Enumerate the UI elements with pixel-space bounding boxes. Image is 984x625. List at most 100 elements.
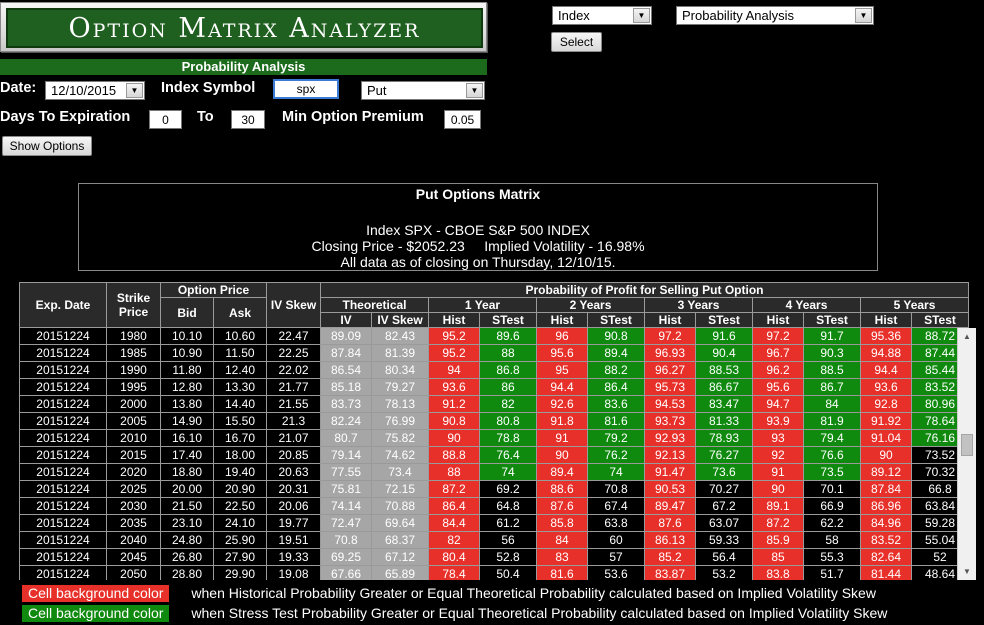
table-cell: 82.64: [860, 548, 912, 566]
scroll-up-icon[interactable]: ▲: [958, 328, 976, 345]
table-cell: 2040: [106, 531, 161, 549]
table-cell: 88.8: [428, 446, 480, 464]
table-cell: 2025: [106, 480, 161, 498]
table-cell: 55.3: [803, 548, 861, 566]
table-cell: 88.53: [695, 361, 753, 379]
col-1-year: 1 Year: [428, 297, 537, 313]
table-cell: 76.99: [371, 412, 429, 430]
col-4-years: 4 Years: [752, 297, 861, 313]
table-cell: 19.77: [266, 514, 321, 532]
table-cell: 95.2: [428, 327, 480, 345]
table-row: 20151224 1995 12.80 13.30 21.77 85.18 79.27 93.…: [19, 378, 969, 396]
table-cell: 67.12: [371, 548, 429, 566]
min-option-premium-label: Min Option Premium: [282, 109, 424, 125]
table-cell: 88: [428, 463, 480, 481]
table-cell: 85.9: [752, 531, 804, 549]
table-cell: 63.8: [587, 514, 645, 532]
table-cell: 86.4: [587, 378, 645, 396]
col-option-price: Option Price: [160, 282, 267, 298]
table-cell: 56.4: [695, 548, 753, 566]
table-cell: 91: [752, 463, 804, 481]
table-cell: 95.2: [428, 344, 480, 362]
table-cell: 19.08: [266, 565, 321, 580]
col-probability: Probability of Profit for Selling Put Op…: [320, 282, 969, 298]
table-cell: 83.73: [320, 395, 372, 413]
table-cell: 27.90: [213, 548, 267, 566]
table-cell: 13.80: [160, 395, 214, 413]
scroll-thumb[interactable]: [961, 434, 973, 456]
table-cell: 92.6: [536, 395, 588, 413]
table-cell: 1985: [106, 344, 161, 362]
data-date-line: All data as of closing on Thursday, 12/1…: [340, 254, 616, 270]
options-table-body: 20151224 1980 10.10 10.60 22.47 89.09 82.43 95.…: [19, 327, 969, 580]
table-cell: 19.40: [213, 463, 267, 481]
table-cell: 15.50: [213, 412, 267, 430]
table-cell: 96.2: [752, 361, 804, 379]
table-cell: 97.2: [644, 327, 696, 345]
table-cell: 94.53: [644, 395, 696, 413]
table-cell: 81.33: [695, 412, 753, 430]
table-cell: 97.2: [752, 327, 804, 345]
col-5-years: 5 Years: [860, 297, 969, 313]
table-cell: 91.2: [428, 395, 480, 413]
table-cell: 21.3: [266, 412, 321, 430]
table-cell: 90.3: [803, 344, 861, 362]
table-scrollbar[interactable]: ▲ ▼: [957, 328, 976, 580]
table-cell: 88.6: [536, 480, 588, 498]
dte-to-input[interactable]: 30: [231, 110, 265, 129]
table-cell: 79.27: [371, 378, 429, 396]
table-cell: 92.8: [860, 395, 912, 413]
scroll-down-icon[interactable]: ▼: [958, 563, 976, 580]
table-cell: 80.4: [428, 548, 480, 566]
table-cell: 85.2: [644, 548, 696, 566]
table-cell: 21.55: [266, 395, 321, 413]
table-cell: 91.8: [536, 412, 588, 430]
table-cell: 90: [860, 446, 912, 464]
table-cell: 74.62: [371, 446, 429, 464]
table-cell: 91.92: [860, 412, 912, 430]
option-type-select[interactable]: Put ▼: [361, 81, 485, 100]
table-cell: 87.84: [320, 344, 372, 362]
select-button[interactable]: Select: [551, 32, 602, 52]
min-option-premium-input[interactable]: 0.05: [444, 110, 481, 129]
table-cell: 81.6: [536, 565, 588, 580]
index-symbol-input[interactable]: spx: [273, 79, 339, 99]
table-cell: 11.50: [213, 344, 267, 362]
table-cell: 84.96: [860, 514, 912, 532]
col-2-years: 2 Years: [536, 297, 645, 313]
table-cell: 70.1: [803, 480, 861, 498]
table-cell: 56: [479, 531, 537, 549]
table-cell: 2020: [106, 463, 161, 481]
table-cell: 20151224: [19, 531, 107, 549]
table-cell: 95.73: [644, 378, 696, 396]
table-cell: 67.4: [587, 497, 645, 515]
table-cell: 86.4: [428, 497, 480, 515]
table-cell: 93.6: [428, 378, 480, 396]
table-cell: 84.4: [428, 514, 480, 532]
table-cell: 24.80: [160, 531, 214, 549]
table-cell: 20.90: [213, 480, 267, 498]
table-cell: 29.90: [213, 565, 267, 580]
col-theoretical: Theoretical: [320, 297, 429, 313]
index-type-select[interactable]: Index ▼: [552, 6, 652, 25]
table-cell: 91.7: [803, 327, 861, 345]
table-cell: 1980: [106, 327, 161, 345]
analysis-type-select[interactable]: Probability Analysis ▼: [676, 6, 874, 25]
dte-from-input[interactable]: 0: [149, 110, 182, 129]
table-cell: 87.6: [536, 497, 588, 515]
table-row: 20151224 2025 20.00 20.90 20.31 75.81 72.15 87.…: [19, 480, 969, 498]
date-select[interactable]: 12/10/2015 ▼: [45, 81, 145, 100]
table-cell: 88.2: [587, 361, 645, 379]
table-cell: 89.1: [752, 497, 804, 515]
table-cell: 81.6: [587, 412, 645, 430]
table-cell: 81.9: [803, 412, 861, 430]
table-cell: 74: [479, 463, 537, 481]
table-cell: 94: [428, 361, 480, 379]
show-options-button[interactable]: Show Options: [2, 136, 92, 156]
table-cell: 78.8: [479, 429, 537, 447]
table-cell: 62.2: [803, 514, 861, 532]
col-ask: Ask: [213, 297, 267, 328]
table-cell: 94.4: [536, 378, 588, 396]
table-cell: 86.7: [803, 378, 861, 396]
table-cell: 73.6: [695, 463, 753, 481]
